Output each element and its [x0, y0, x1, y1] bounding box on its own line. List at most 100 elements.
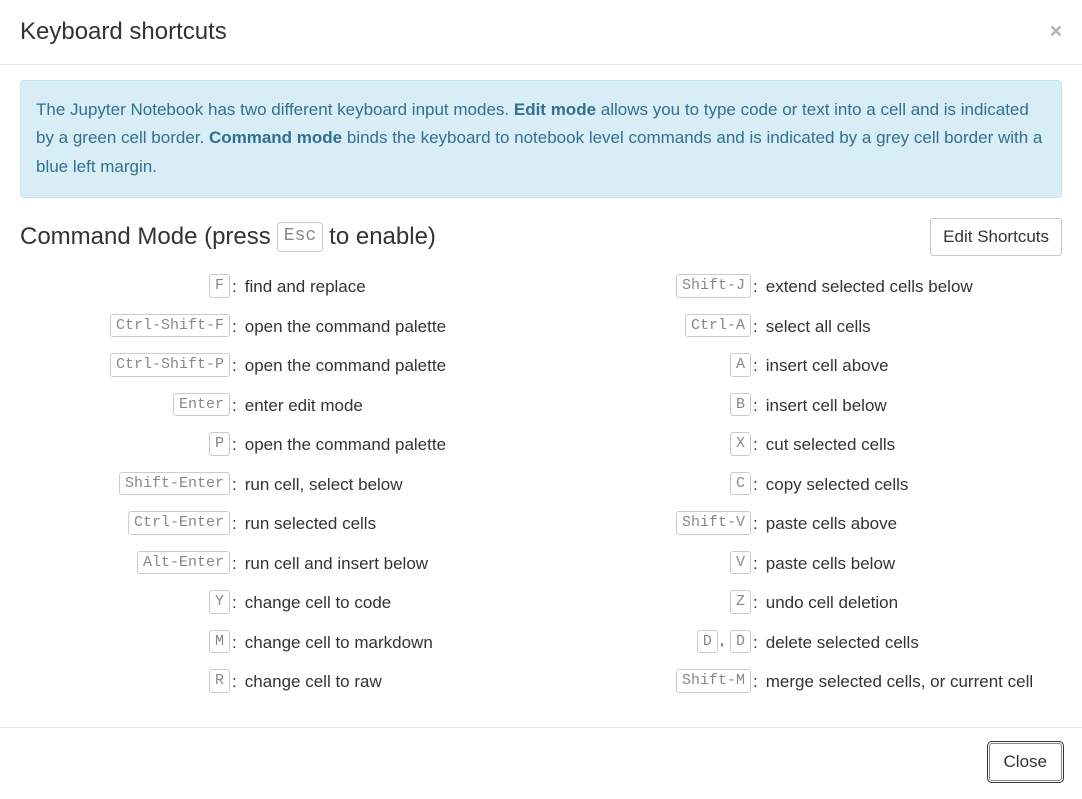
colon: :: [751, 511, 762, 537]
colon: :: [230, 274, 241, 300]
section-title-pre: Command Mode (press: [20, 223, 271, 251]
shortcut-keys: D, D: [541, 630, 751, 654]
colon: :: [751, 669, 762, 695]
shortcut-keys: Ctrl-A: [541, 314, 751, 338]
modal-footer: Close: [0, 727, 1082, 799]
shortcut-row: Shift-Enter:run cell, select below: [20, 472, 541, 498]
shortcut-description: open the command palette: [241, 314, 446, 340]
colon: :: [230, 393, 241, 419]
shortcut-row: Shift-M:merge selected cells, or current…: [541, 669, 1062, 697]
key-kbd: C: [730, 472, 751, 496]
shortcut-keys: F: [20, 274, 230, 298]
info-bold-edit-mode: Edit mode: [514, 100, 596, 119]
colon: :: [751, 472, 762, 498]
shortcut-row: R:change cell to raw: [20, 669, 541, 695]
shortcut-description: copy selected cells: [762, 472, 909, 498]
shortcut-description: change cell to code: [241, 590, 392, 616]
shortcut-keys: Ctrl-Shift-P: [20, 353, 230, 377]
colon: :: [751, 274, 762, 300]
shortcut-keys: R: [20, 669, 230, 693]
shortcut-keys: C: [541, 472, 751, 496]
key-kbd: Shift-Enter: [119, 472, 230, 496]
shortcut-description: undo cell deletion: [762, 590, 898, 616]
shortcut-keys: Z: [541, 590, 751, 614]
shortcut-keys: Shift-Enter: [20, 472, 230, 496]
shortcut-keys: M: [20, 630, 230, 654]
key-kbd: Z: [730, 590, 751, 614]
colon: :: [751, 393, 762, 419]
key-kbd: M: [209, 630, 230, 654]
shortcut-row: Alt-Enter:run cell and insert below: [20, 551, 541, 577]
modal-body[interactable]: The Jupyter Notebook has two different k…: [0, 65, 1082, 697]
key-kbd: Alt-Enter: [137, 551, 230, 575]
shortcut-description: change cell to raw: [241, 669, 382, 695]
edit-shortcuts-button[interactable]: Edit Shortcuts: [930, 218, 1062, 256]
key-kbd: D: [730, 630, 751, 654]
shortcut-description: insert cell below: [762, 393, 887, 419]
key-kbd: Ctrl-Shift-P: [110, 353, 230, 377]
key-kbd: Ctrl-Shift-F: [110, 314, 230, 338]
shortcut-description: extend selected cells below: [762, 274, 973, 300]
shortcut-row: Ctrl-Enter:run selected cells: [20, 511, 541, 537]
shortcut-keys: Shift-M: [541, 669, 751, 693]
key-kbd: Shift-J: [676, 274, 751, 298]
section-header: Command Mode (press Esc to enable) Edit …: [20, 218, 1062, 256]
esc-key: Esc: [277, 222, 323, 251]
shortcut-description: run cell, select below: [241, 472, 403, 498]
info-bold-command-mode: Command mode: [209, 128, 342, 147]
key-kbd: Y: [209, 590, 230, 614]
key-kbd: R: [209, 669, 230, 693]
shortcut-keys: X: [541, 432, 751, 456]
shortcut-row: M:change cell to markdown: [20, 630, 541, 656]
shortcut-row: C:copy selected cells: [541, 472, 1062, 498]
shortcut-keys: Enter: [20, 393, 230, 417]
close-icon[interactable]: ×: [1050, 21, 1062, 42]
colon: :: [751, 353, 762, 379]
colon: :: [230, 551, 241, 577]
colon: :: [751, 314, 762, 340]
colon: :: [230, 511, 241, 537]
shortcut-row: Ctrl-A:select all cells: [541, 314, 1062, 340]
shortcut-keys: V: [541, 551, 751, 575]
shortcuts-columns: F:find and replaceCtrl-Shift-F:open the …: [20, 274, 1062, 697]
key-kbd: A: [730, 353, 751, 377]
key-kbd: F: [209, 274, 230, 298]
shortcut-description: run selected cells: [241, 511, 376, 537]
close-button[interactable]: Close: [989, 743, 1062, 781]
colon: :: [751, 551, 762, 577]
section-title: Command Mode (press Esc to enable): [20, 222, 436, 251]
modal-header: Keyboard shortcuts ×: [0, 0, 1082, 65]
shortcut-description: cut selected cells: [762, 432, 895, 458]
shortcut-description: delete selected cells: [762, 630, 919, 656]
key-kbd: Shift-V: [676, 511, 751, 535]
shortcut-keys: Ctrl-Enter: [20, 511, 230, 535]
shortcut-keys: P: [20, 432, 230, 456]
info-alert: The Jupyter Notebook has two different k…: [20, 80, 1062, 199]
shortcut-description: run cell and insert below: [241, 551, 428, 577]
key-kbd: Enter: [173, 393, 230, 417]
shortcut-keys: Shift-J: [541, 274, 751, 298]
colon: :: [230, 353, 241, 379]
colon: :: [230, 472, 241, 498]
shortcut-description: change cell to markdown: [241, 630, 433, 656]
shortcut-row: D, D:delete selected cells: [541, 630, 1062, 656]
shortcut-description: open the command palette: [241, 432, 446, 458]
colon: :: [230, 630, 241, 656]
key-kbd: P: [209, 432, 230, 456]
shortcut-row: X:cut selected cells: [541, 432, 1062, 458]
key-kbd: X: [730, 432, 751, 456]
shortcut-row: A:insert cell above: [541, 353, 1062, 379]
key-kbd: Ctrl-Enter: [128, 511, 230, 535]
shortcut-description: merge selected cells, or current cell wi…: [762, 669, 1062, 697]
shortcut-keys: Shift-V: [541, 511, 751, 535]
shortcut-row: Shift-V:paste cells above: [541, 511, 1062, 537]
shortcut-row: B:insert cell below: [541, 393, 1062, 419]
key-kbd: Shift-M: [676, 669, 751, 693]
info-text: The Jupyter Notebook has two different k…: [36, 100, 514, 119]
shortcut-row: Enter:enter edit mode: [20, 393, 541, 419]
shortcut-description: paste cells below: [762, 551, 895, 577]
shortcut-row: Y:change cell to code: [20, 590, 541, 616]
colon: :: [751, 432, 762, 458]
shortcut-row: Ctrl-Shift-P:open the command palette: [20, 353, 541, 379]
shortcut-description: select all cells: [762, 314, 871, 340]
